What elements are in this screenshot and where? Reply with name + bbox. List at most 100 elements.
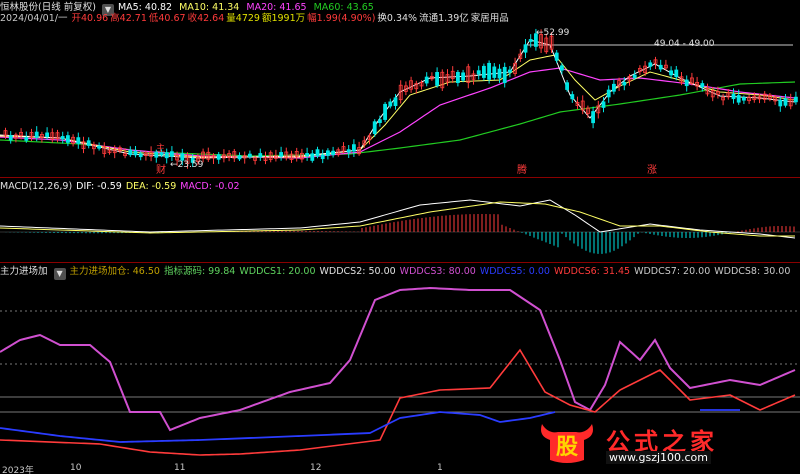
ma60-line (0, 81, 796, 157)
candle-body (783, 98, 788, 106)
chart-canvas[interactable]: ←52.99 49.04 - 49.00 ←23.59 主财 腾 涨 (0, 0, 800, 474)
candle-body (320, 154, 325, 160)
indicator-item: WDDCS1: 20.00 (239, 266, 316, 277)
range-label: 49.04 - 49.00 (654, 39, 715, 49)
candle-body (502, 66, 507, 84)
candle-body (383, 103, 388, 120)
candle-body (565, 82, 569, 90)
indicator-item: WDDCS7: 20.00 (634, 266, 711, 277)
stock-chart-window: 恒林股份(日线 前复权) ▼ MA5: 40.82 MA10: 41.34 MA20… (0, 0, 800, 474)
candle-body (700, 83, 705, 88)
indicator-item: WDDCS3: 80.00 (399, 266, 476, 277)
candle-body (393, 97, 398, 106)
low-price-marker: ←23.59 (170, 160, 204, 170)
candle-body (481, 65, 486, 78)
candle-body (601, 101, 606, 108)
candle-body (424, 76, 429, 84)
macd-dea: DEA: -0.59 (125, 181, 177, 192)
wddcs3-line (0, 286, 796, 432)
tag-zhang: 涨 (647, 164, 657, 176)
macd-dif: DIF: -0.59 (76, 181, 122, 192)
candle-body (492, 66, 497, 78)
candle-body (315, 149, 320, 157)
tag-zhu: 主 (156, 142, 165, 154)
candle-body (622, 81, 627, 86)
candle-body (455, 71, 460, 84)
macd-value: MACD: -0.02 (180, 181, 240, 192)
indicator-item: 主力进场加仓: 46.50 (69, 266, 160, 277)
candle-body (742, 97, 746, 101)
indicator-item: 指标源码: 99.84 (163, 266, 236, 277)
indicator-title: 主力进场加 (0, 266, 48, 277)
candle-body (560, 65, 564, 71)
candle-body (612, 83, 616, 92)
candle-body (591, 111, 595, 124)
candle-body (570, 94, 575, 100)
candle-body (606, 89, 611, 98)
indicator-item: WDDCS6: 31.45 (553, 266, 631, 277)
candle-body (45, 132, 49, 138)
candle-body (8, 135, 13, 141)
candle-body (133, 150, 138, 156)
candle-body (523, 44, 528, 53)
candle-body (497, 68, 502, 79)
chevron-down-icon[interactable]: ▼ (53, 268, 66, 280)
candle-body (794, 96, 798, 103)
logo-glyph: 股 (556, 435, 578, 460)
site-url[interactable]: www.gszj100.com (606, 451, 712, 464)
candle-body (86, 140, 91, 146)
time-axis-label: 11 (174, 463, 186, 473)
candle-body (658, 64, 663, 70)
macd-header: MACD(12,26,9) DIF: -0.59 DEA: -0.59 MACD: -… (0, 180, 244, 193)
indicator-item: WDDCS2: 50.00 (319, 266, 396, 277)
candle-body (128, 149, 133, 156)
candle-body (528, 39, 533, 42)
candle-body (310, 153, 315, 161)
ma20-line (0, 67, 796, 159)
candle-body (461, 72, 466, 81)
candle-body (554, 52, 559, 61)
candle-body (169, 151, 174, 157)
candle-body (331, 150, 336, 156)
indicator-item: WDDCS8: 30.00 (714, 266, 791, 277)
wddcs5-line (0, 411, 556, 443)
candle-body (24, 137, 29, 141)
tag-cai: 财 (156, 163, 166, 176)
indicator-item: WDDCS5: 0.00 (479, 266, 550, 277)
time-axis-label: 12 (310, 463, 322, 473)
candle-body (632, 74, 637, 79)
candle-body (247, 153, 252, 158)
candle-body (674, 69, 679, 78)
panel-divider (0, 262, 800, 263)
candle-body (279, 152, 284, 157)
indicator-header: 主力进场加 ▼ 主力进场加仓: 46.50 指标源码: 99.84 WDDCS1: 20… (0, 265, 798, 280)
candle-body (778, 99, 783, 107)
time-axis-label: 1 (437, 463, 443, 473)
candle-body (305, 153, 310, 157)
candle-body (66, 135, 70, 143)
candle-body (351, 144, 356, 152)
candle-body (76, 137, 81, 144)
high-price-marker: ←52.99 (536, 28, 570, 38)
candle-body (388, 101, 393, 107)
macd-title: MACD(12,26,9) (0, 181, 73, 192)
candle-body (507, 69, 512, 73)
candle-body (731, 93, 736, 100)
candle-body (237, 155, 242, 160)
site-watermark-logo: 股 公式之家 www.gszj100.com (536, 420, 778, 470)
candle-body (372, 121, 377, 135)
candle-body (216, 154, 221, 160)
time-axis-label: 10 (70, 463, 82, 473)
candle-body (669, 70, 673, 76)
panel-divider (0, 177, 800, 178)
bull-logo-icon: 股 (541, 424, 593, 463)
candle-body (346, 149, 351, 153)
indicator-values: 主力进场加仓: 46.50 指标源码: 99.84 WDDCS1: 20.00 WDD… (70, 266, 795, 277)
candle-body (60, 136, 65, 140)
candle-body (258, 153, 263, 158)
ma5-line (0, 39, 796, 159)
candle-body (325, 150, 330, 156)
candle-body (34, 131, 39, 138)
candle-body (648, 62, 653, 67)
candle-body (684, 79, 689, 87)
